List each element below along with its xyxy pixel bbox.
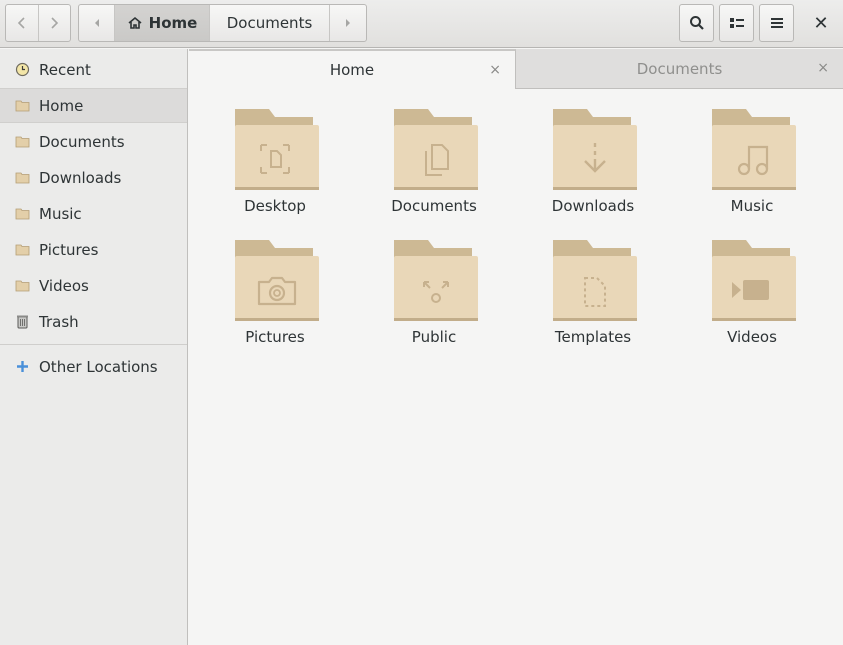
folder-label: Desktop xyxy=(244,197,306,215)
sidebar: Recent Home Documents Downloads Music Pi… xyxy=(0,49,188,645)
folder-label: Music xyxy=(730,197,774,215)
folder-view: Desktop Documents Downloads Music Pictur… xyxy=(189,89,843,645)
pictures-folder-icon xyxy=(15,242,30,257)
trash-icon xyxy=(15,314,30,329)
sidebar-item-videos[interactable]: Videos xyxy=(0,268,187,303)
search-icon xyxy=(689,16,704,30)
sidebar-item-trash[interactable]: Trash xyxy=(0,304,187,339)
forward-button[interactable] xyxy=(37,5,71,41)
folder-item-documents[interactable]: Documents xyxy=(369,107,499,227)
tab-close-icon[interactable]: × xyxy=(489,62,501,78)
sidebar-item-other-locations[interactable]: Other Locations xyxy=(0,349,187,384)
videos-folder-icon xyxy=(712,240,796,321)
sidebar-separator xyxy=(0,344,187,345)
sidebar-item-documents[interactable]: Documents xyxy=(0,124,187,159)
sidebar-item-label: Pictures xyxy=(39,240,99,259)
sidebar-item-downloads[interactable]: Downloads xyxy=(0,160,187,195)
tab-home[interactable]: Home × xyxy=(189,49,516,89)
triangle-left-icon xyxy=(94,19,99,27)
window-close-button[interactable]: ✕ xyxy=(802,4,840,42)
sidebar-item-label: Videos xyxy=(39,276,89,295)
music-folder-icon xyxy=(712,109,796,190)
sidebar-item-home[interactable]: Home xyxy=(0,88,187,123)
templates-folder-icon xyxy=(553,240,637,321)
view-mode-button[interactable] xyxy=(719,4,754,42)
folder-label: Templates xyxy=(554,328,632,346)
chevron-right-icon xyxy=(51,17,59,29)
home-folder-icon xyxy=(15,98,30,113)
home-icon xyxy=(128,16,142,29)
folder-item-desktop[interactable]: Desktop xyxy=(210,107,340,227)
sidebar-item-label: Other Locations xyxy=(39,357,158,376)
history-nav xyxy=(5,4,71,42)
hamburger-menu-icon xyxy=(770,18,783,28)
tab-bar: Home × Documents × xyxy=(189,49,843,89)
close-icon: ✕ xyxy=(813,12,829,34)
clock-icon xyxy=(15,62,30,77)
sidebar-item-pictures[interactable]: Pictures xyxy=(0,232,187,267)
sidebar-item-label: Trash xyxy=(39,312,79,331)
desktop-folder-icon xyxy=(235,109,319,190)
back-button[interactable] xyxy=(6,5,38,41)
tab-documents[interactable]: Documents × xyxy=(516,49,843,89)
folder-label: Downloads xyxy=(551,197,635,215)
tab-label: Home xyxy=(329,61,375,79)
pictures-folder-icon xyxy=(235,240,319,321)
path-crumb-documents[interactable]: Documents xyxy=(210,5,330,41)
sidebar-item-label: Documents xyxy=(39,132,125,151)
path-scroll-right-button[interactable] xyxy=(330,5,366,41)
tab-label: Documents xyxy=(636,59,723,78)
triangle-right-icon xyxy=(346,19,350,27)
header-bar: Home Documents ✕ xyxy=(0,0,843,48)
folder-label: Pictures xyxy=(245,328,305,346)
downloads-folder-icon xyxy=(15,170,30,185)
menu-button[interactable] xyxy=(759,4,794,42)
videos-folder-icon xyxy=(15,278,30,293)
folder-item-pictures[interactable]: Pictures xyxy=(210,238,340,358)
path-crumb-home[interactable]: Home xyxy=(115,5,210,41)
downloads-folder-icon xyxy=(553,109,637,190)
sidebar-item-label: Music xyxy=(39,204,82,223)
search-button[interactable] xyxy=(679,4,714,42)
folder-item-public[interactable]: Public xyxy=(369,238,499,358)
folder-label: Videos xyxy=(727,328,777,346)
sidebar-item-label: Downloads xyxy=(39,168,122,187)
documents-folder-icon xyxy=(394,109,478,190)
list-view-icon xyxy=(729,18,744,28)
music-folder-icon xyxy=(15,206,30,221)
sidebar-item-label: Home xyxy=(39,96,84,115)
public-folder-icon xyxy=(394,240,478,321)
folder-item-templates[interactable]: Templates xyxy=(528,238,658,358)
folder-item-downloads[interactable]: Downloads xyxy=(528,107,658,227)
sidebar-item-recent[interactable]: Recent xyxy=(0,52,187,87)
sidebar-item-music[interactable]: Music xyxy=(0,196,187,231)
documents-folder-icon xyxy=(15,134,30,149)
folder-label: Public xyxy=(411,328,457,346)
tab-close-icon[interactable]: × xyxy=(817,60,829,76)
chevron-left-icon xyxy=(17,17,25,29)
folder-label: Documents xyxy=(391,197,477,215)
sidebar-item-label: Recent xyxy=(39,60,91,79)
path-crumb-home-label: Home xyxy=(148,14,198,32)
path-scroll-left-button[interactable] xyxy=(79,5,115,41)
path-crumb-documents-label: Documents xyxy=(226,14,313,32)
folder-item-music[interactable]: Music xyxy=(687,107,817,227)
folder-item-videos[interactable]: Videos xyxy=(687,238,817,358)
path-bar: Home Documents xyxy=(78,4,367,42)
plus-icon xyxy=(15,359,30,374)
